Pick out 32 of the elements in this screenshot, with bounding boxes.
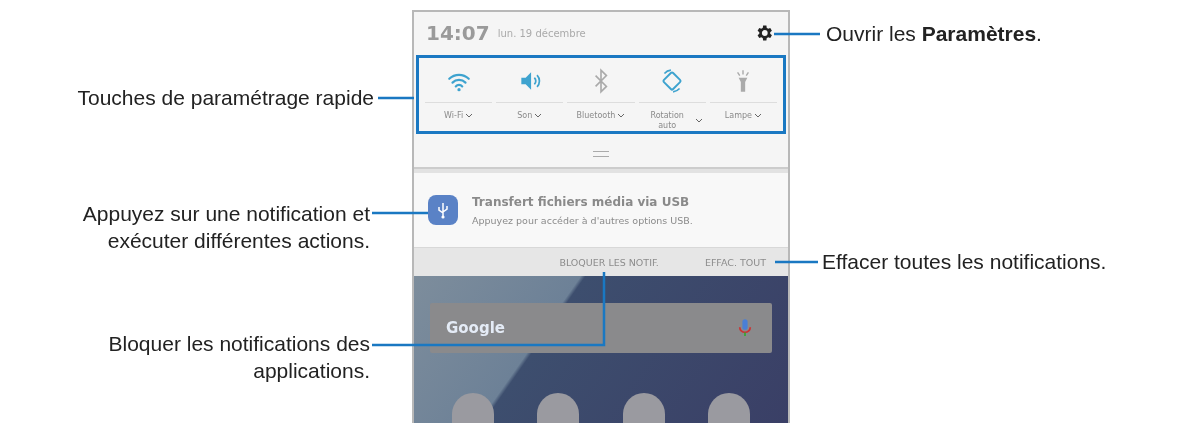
callout-text: Effacer toutes les notifications.	[822, 249, 1107, 275]
chevron-icon[interactable]	[534, 113, 543, 118]
action-link[interactable]: EFFAC. TOUT	[704, 256, 766, 268]
chevron-icon[interactable]	[754, 113, 762, 118]
usb-icon	[428, 195, 458, 226]
app-icon[interactable]	[622, 393, 665, 423]
tile-label[interactable]: Son	[517, 110, 533, 121]
date-text: lun. 19 décembre	[497, 27, 587, 39]
leader-line	[775, 260, 818, 264]
drag-handle[interactable]	[593, 151, 609, 158]
app-icon[interactable]	[708, 393, 751, 423]
callout-text: Bloquer les notifications des applications.	[107, 331, 370, 384]
leader-line	[372, 211, 428, 215]
callout-text: Ouvrir les Paramètres.	[826, 21, 1042, 47]
leader-line	[378, 96, 414, 100]
tile-label[interactable]: Wi-Fi	[444, 110, 464, 121]
callout-text: Touches de paramétrage rapide	[77, 85, 374, 111]
app-icon[interactable]	[537, 393, 580, 423]
leader-line	[774, 32, 820, 36]
chevron-icon[interactable]	[695, 118, 704, 123]
notification-title: Transfert fichiers média via USB	[472, 194, 691, 209]
tile-label[interactable]: Lampe	[724, 110, 752, 121]
callout-text: Appuyez sur une notification et exécuter différentes actions.	[81, 201, 370, 254]
search-logo: Google	[446, 319, 505, 337]
action-link[interactable]: BLOQUER LES NOTIF.	[559, 256, 659, 268]
chevron-icon[interactable]	[617, 113, 626, 118]
tile-label[interactable]: Bluetooth	[576, 110, 616, 121]
chevron-icon[interactable]	[465, 113, 474, 118]
clock-time: 14:07	[426, 21, 490, 46]
tile-label[interactable]: Rotation auto	[641, 110, 694, 131]
search-bar[interactable]: Google	[430, 303, 772, 353]
notification-body: Appuyez pour accéder à d'autres options USB.	[472, 214, 693, 226]
